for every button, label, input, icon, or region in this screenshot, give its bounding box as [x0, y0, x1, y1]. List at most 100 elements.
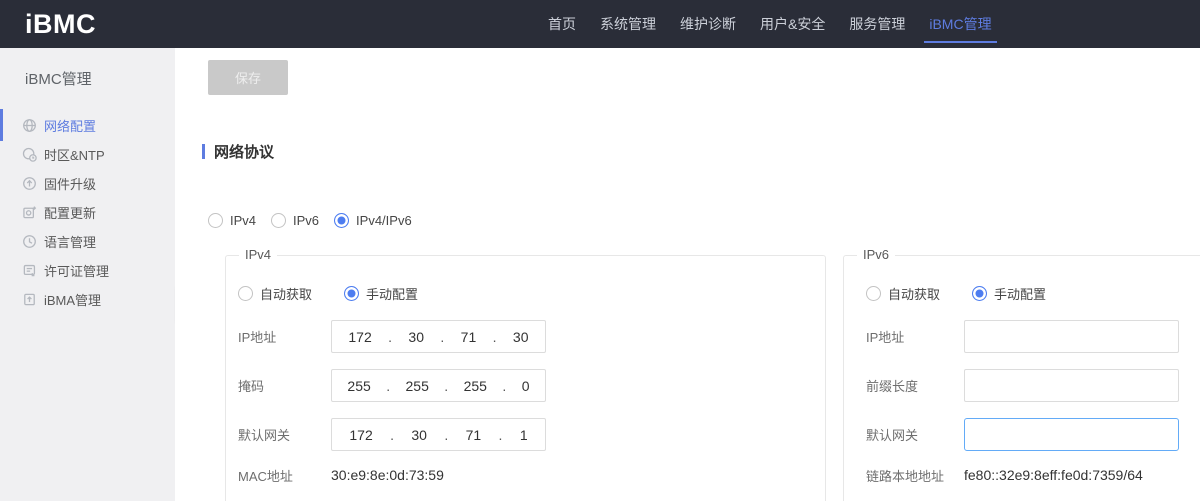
- radio-checked-icon[interactable]: [334, 213, 349, 228]
- ipv4-ip-address-input[interactable]: 172.30.71.30: [331, 320, 546, 353]
- nav-ibmc-management[interactable]: iBMC管理: [924, 0, 996, 48]
- octet: 0: [522, 378, 530, 394]
- field-label: MAC地址: [238, 466, 331, 485]
- radio-icon[interactable]: [208, 213, 223, 228]
- nav-service-management[interactable]: 服务管理: [844, 0, 910, 48]
- ipv6-radio-auto[interactable]: 自动获取: [866, 284, 940, 303]
- sidebar-item-label: 时区&NTP: [44, 145, 105, 164]
- license-icon: [22, 263, 37, 278]
- ipv4-mode-radio-group: 自动获取 手动配置: [238, 285, 825, 301]
- radio-checked-icon[interactable]: [972, 286, 987, 301]
- ipv6-radio-manual[interactable]: 手动配置: [972, 284, 1046, 303]
- timezone-clock-icon: [22, 147, 37, 162]
- octet: 71: [466, 427, 482, 443]
- field-label: 掩码: [238, 376, 331, 395]
- ipv4-ip-address-row: IP地址 172.30.71.30: [238, 320, 825, 353]
- field-label: IP地址: [866, 327, 964, 346]
- octet: 255: [406, 378, 429, 394]
- ipv6-ip-address-row: IP地址: [866, 320, 1200, 353]
- dot-separator: .: [386, 378, 390, 394]
- sidebar-item-license-management[interactable]: 许可证管理: [0, 256, 175, 285]
- radio-icon[interactable]: [271, 213, 286, 228]
- ipv4-legend: IPv4: [239, 247, 277, 262]
- sidebar-item-label: 网络配置: [44, 116, 96, 135]
- ipv4-mac-row: MAC地址 30:e9:8e:0d:73:59: [238, 465, 825, 485]
- radio-label: 自动获取: [888, 284, 940, 303]
- dot-separator: .: [388, 329, 392, 345]
- sidebar-item-label: iBMA管理: [44, 290, 101, 309]
- section-title-text: 网络协议: [214, 141, 274, 162]
- nav-home[interactable]: 首页: [543, 0, 581, 48]
- ipv4-gateway-input[interactable]: 172.30.71.1: [331, 418, 546, 451]
- radio-label: IPv4: [230, 213, 256, 228]
- section-header-network-protocol: 网络协议: [202, 141, 274, 162]
- link-local-address-value: fe80::32e9:8eff:fe0d:7359/64: [964, 467, 1143, 483]
- sidebar-title: iBMC管理: [0, 48, 175, 89]
- sidebar-item-label: 固件升级: [44, 174, 96, 193]
- ipv6-gateway-input[interactable]: [964, 418, 1179, 451]
- protocol-radio-group: IPv4 IPv6 IPv4/IPv6: [208, 213, 412, 228]
- ipv4-panel: IPv4 自动获取 手动配置 IP地址 172.30.71.30: [225, 255, 826, 501]
- sidebar-item-label: 许可证管理: [44, 261, 109, 280]
- nav-maintenance-diagnosis[interactable]: 维护诊断: [675, 0, 741, 48]
- topbar: iBMC 首页 系统管理 维护诊断 用户&安全 服务管理 iBMC管理: [0, 0, 1200, 48]
- octet: 255: [347, 378, 370, 394]
- ipv6-mode-radio-group: 自动获取 手动配置: [866, 285, 1200, 301]
- field-label: 前缀长度: [866, 376, 964, 395]
- mac-address-value: 30:e9:8e:0d:73:59: [331, 467, 444, 483]
- ibmc-management-page: iBMC 首页 系统管理 维护诊断 用户&安全 服务管理 iBMC管理 iBMC…: [0, 0, 1200, 501]
- nav-user-security[interactable]: 用户&安全: [755, 0, 830, 48]
- sidebar-item-language-management[interactable]: 语言管理: [0, 227, 175, 256]
- sidebar: iBMC管理 网络配置 时区&NTP 固件升级: [0, 48, 175, 501]
- radio-label: IPv6: [293, 213, 319, 228]
- dot-separator: .: [390, 427, 394, 443]
- ipv4-radio-manual[interactable]: 手动配置: [344, 284, 418, 303]
- section-accent-bar: [202, 144, 205, 159]
- radio-checked-icon[interactable]: [344, 286, 359, 301]
- language-icon: [22, 234, 37, 249]
- sidebar-item-timezone-ntp[interactable]: 时区&NTP: [0, 140, 175, 169]
- main-content: 保存 网络协议 IPv4 IPv6 IPv4/IPv6 IPv4: [175, 48, 1200, 501]
- ipv4-netmask-input[interactable]: 255. 255. 255. 0: [331, 369, 546, 402]
- sidebar-item-network-config[interactable]: 网络配置: [0, 111, 175, 140]
- radio-icon[interactable]: [866, 286, 881, 301]
- radio-ipv4[interactable]: IPv4: [208, 213, 256, 228]
- radio-ipv6[interactable]: IPv6: [271, 213, 319, 228]
- nav-system-management[interactable]: 系统管理: [595, 0, 661, 48]
- sidebar-item-firmware-upgrade[interactable]: 固件升级: [0, 169, 175, 198]
- field-label: 默认网关: [866, 425, 964, 444]
- ipv6-legend: IPv6: [857, 247, 895, 262]
- radio-label: 手动配置: [366, 284, 418, 303]
- octet: 30: [411, 427, 427, 443]
- sidebar-item-label: 配置更新: [44, 203, 96, 222]
- firmware-upgrade-icon: [22, 176, 37, 191]
- ipv6-prefix-length-input[interactable]: [964, 369, 1179, 402]
- radio-label: 手动配置: [994, 284, 1046, 303]
- radio-label: IPv4/IPv6: [356, 213, 412, 228]
- ipv6-ip-address-input[interactable]: [964, 320, 1179, 353]
- octet: 1: [520, 427, 528, 443]
- octet: 71: [461, 329, 477, 345]
- octet: 172: [349, 427, 372, 443]
- save-button[interactable]: 保存: [208, 60, 288, 95]
- globe-icon: [22, 118, 37, 133]
- ipv6-panel: IPv6 自动获取 手动配置 IP地址 前: [843, 255, 1200, 501]
- sidebar-item-ibma-management[interactable]: iBMA管理: [0, 285, 175, 314]
- ipv6-link-local-row: 链路本地地址 fe80::32e9:8eff:fe0d:7359/64: [866, 465, 1200, 485]
- radio-ipv4-ipv6[interactable]: IPv4/IPv6: [334, 213, 412, 228]
- ipv6-gateway-row: 默认网关: [866, 418, 1200, 451]
- ipv4-radio-auto[interactable]: 自动获取: [238, 284, 312, 303]
- config-update-icon: [22, 205, 37, 220]
- octet: 255: [464, 378, 487, 394]
- field-label: IP地址: [238, 327, 331, 346]
- dot-separator: .: [502, 378, 506, 394]
- ibmc-logo: iBMC: [25, 0, 96, 48]
- dot-separator: .: [444, 427, 448, 443]
- ipv6-prefix-length-row: 前缀长度: [866, 369, 1200, 402]
- dot-separator: .: [444, 378, 448, 394]
- ibma-package-icon: [22, 292, 37, 307]
- sidebar-item-label: 语言管理: [44, 232, 96, 251]
- ipv4-netmask-row: 掩码 255. 255. 255. 0: [238, 369, 825, 402]
- sidebar-item-config-update[interactable]: 配置更新: [0, 198, 175, 227]
- radio-icon[interactable]: [238, 286, 253, 301]
